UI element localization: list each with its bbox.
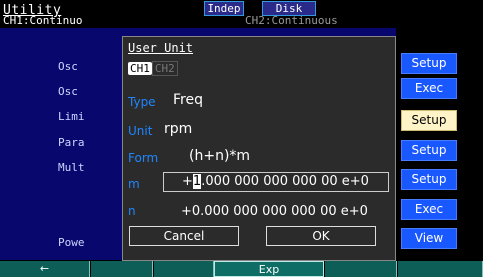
m-label: m <box>128 177 140 191</box>
screen: Utility Indep Disk CH1:Continuo CH2:Cont… <box>0 0 483 277</box>
dialog-title: User Unit <box>128 41 194 55</box>
menu-row: Para <box>58 136 85 149</box>
form-value[interactable]: (h+n)*m <box>189 148 250 164</box>
top-bar: Utility Indep Disk CH1:Continuo CH2:Cont… <box>0 0 483 27</box>
m-sign: + <box>182 174 193 189</box>
m-value-input[interactable]: +1.000 000 000 000 00 e+0 <box>163 172 389 192</box>
n-label: n <box>128 204 136 218</box>
view-softkey[interactable]: View <box>401 228 457 249</box>
menu-row: Mult <box>58 161 85 174</box>
ch2-tab[interactable]: CH2 <box>151 61 178 76</box>
menu-row: Powe <box>58 236 85 249</box>
function-key-3[interactable] <box>154 261 214 277</box>
user-unit-dialog: User Unit CH1 CH2 Type Freq Unit rpm Form… <box>122 36 396 261</box>
unit-label: Unit <box>128 124 153 138</box>
menu-row: Limi <box>58 110 85 123</box>
ch1-tab[interactable]: CH1 <box>128 62 152 75</box>
indep-indicator: Indep <box>204 1 244 16</box>
setup-softkey-4[interactable]: Setup <box>401 169 457 190</box>
type-label: Type <box>128 95 156 109</box>
menu-row: Osc <box>58 85 78 98</box>
channel-tabs: CH1 CH2 <box>128 61 178 76</box>
softkey-column: Setup Exec Setup Setup Setup Exec View <box>396 28 483 260</box>
ok-button[interactable]: OK <box>266 226 376 246</box>
function-key-6[interactable] <box>398 261 483 277</box>
back-function-key[interactable]: ← <box>0 261 90 277</box>
cancel-button[interactable]: Cancel <box>129 226 239 246</box>
exp-function-key[interactable]: Exp <box>214 261 324 277</box>
exec-softkey-1[interactable]: Exec <box>401 78 457 99</box>
setup-softkey-1[interactable]: Setup <box>401 53 457 74</box>
setup-softkey-2[interactable]: Setup <box>401 110 457 131</box>
menu-row: Osc <box>58 60 78 73</box>
function-key-5[interactable] <box>325 261 397 277</box>
ch1-status: CH1:Continuo <box>3 14 83 27</box>
exec-softkey-2[interactable]: Exec <box>401 199 457 220</box>
setup-softkey-3[interactable]: Setup <box>401 140 457 161</box>
m-digits: .000 000 000 000 00 e+0 <box>201 174 369 189</box>
type-value[interactable]: Freq <box>173 92 203 108</box>
ch2-status: CH2:Continuous <box>245 14 338 27</box>
unit-value[interactable]: rpm <box>164 121 192 137</box>
function-key-bar: ← Exp <box>0 261 483 277</box>
n-value[interactable]: +0.000 000 000 000 00 e+0 <box>181 204 368 219</box>
form-label: Form <box>128 151 159 165</box>
edit-cursor: 1 <box>192 174 202 189</box>
function-key-2[interactable] <box>91 261 153 277</box>
